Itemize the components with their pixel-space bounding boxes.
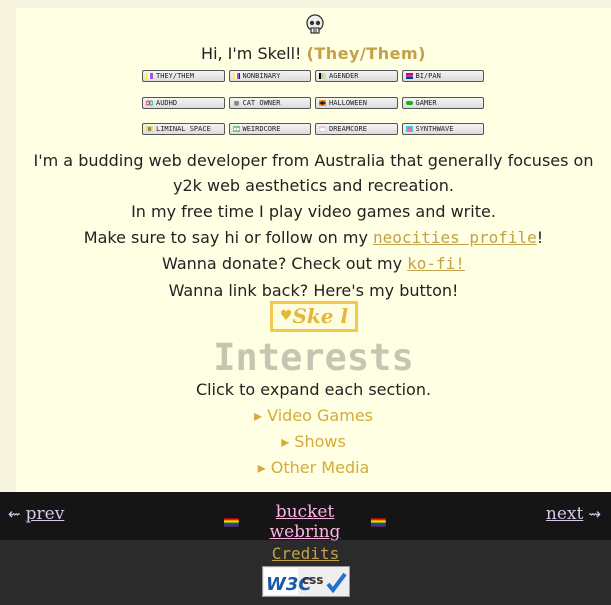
infinity-icon: [146, 100, 153, 106]
credits-link[interactable]: Credits: [0, 544, 611, 563]
skull-icon: [306, 14, 324, 34]
webring-prev-link[interactable]: prev: [26, 504, 65, 524]
nonbinary-flag-icon: [232, 73, 240, 79]
badge-row: THEY/THEM NONBINARY AGENDER BI/PAN: [142, 70, 484, 82]
webring-name-link[interactable]: bucket webring: [243, 502, 367, 542]
section-other-media[interactable]: ▸ Other Media: [16, 458, 611, 477]
badge-bi-pan: BI/PAN: [401, 70, 484, 82]
webring-title[interactable]: bucket webring: [224, 502, 386, 542]
greeting-line: Hi, I'm Skell! (They/Them): [16, 44, 611, 63]
rainbow-flag-icon: [224, 517, 239, 527]
section-video-games[interactable]: ▸ Video Games: [16, 406, 611, 425]
badge-agender: AGENDER: [315, 70, 398, 82]
gamepad-icon: [405, 101, 413, 105]
badge-row: LIMINAL SPACE WEIRDCORE DREAMCORE SYNTHW…: [142, 123, 484, 135]
greeting-text: Hi, I'm Skell!: [201, 44, 307, 63]
prev-arrow-icon: ⇜: [8, 505, 21, 523]
interests-hint: Click to expand each section.: [195, 380, 432, 399]
badge-nonbinary: NONBINARY: [228, 70, 311, 82]
badge-liminal-space: LIMINAL SPACE: [142, 123, 225, 135]
bi-pan-flag-icon: [405, 73, 413, 79]
kofi-link[interactable]: ko-fi!: [407, 254, 465, 273]
heart-icon: ♥: [279, 308, 293, 324]
interests-heading: Interests: [213, 336, 414, 379]
w3c-css-badge[interactable]: W3C css: [262, 566, 350, 597]
badge-cat-owner: CAT OWNER: [228, 97, 311, 109]
webring-bar: ⇜ prev bucket webring next ⇝: [0, 492, 611, 542]
synthwave-icon: [405, 126, 413, 132]
badge-they-them: THEY/THEM: [142, 70, 225, 82]
hallway-icon: [146, 126, 153, 132]
webring-prev[interactable]: ⇜ prev: [8, 504, 64, 524]
w3c-css-label: css: [302, 573, 323, 587]
bio-hobbies: In my free time I play video games and w…: [131, 202, 496, 221]
eyes-icon: [232, 126, 240, 132]
badge-weirdcore: WEIRDCORE: [228, 123, 311, 135]
badge-gamer: GAMER: [401, 97, 484, 109]
bio-donate: Wanna donate? Check out my ko-fi!: [162, 254, 465, 273]
content-panel: Hi, I'm Skell! (They/Them) THEY/THEM NON…: [16, 8, 611, 492]
pride-flag-icon: [146, 73, 153, 79]
cloud-icon: [319, 126, 326, 132]
badge-row: AUDHD CAT OWNER HALLOWEEN GAMER: [142, 97, 484, 109]
badge-synthwave: SYNTHWAVE: [401, 123, 484, 135]
next-arrow-icon: ⇝: [588, 505, 601, 523]
site-button-88x31[interactable]: ♥Ske l: [270, 301, 358, 332]
section-shows[interactable]: ▸ Shows: [16, 432, 611, 451]
webring-next[interactable]: next ⇝: [546, 504, 601, 524]
bat-icon: [319, 100, 326, 106]
pronouns: (They/Them): [306, 44, 426, 63]
rainbow-flag-icon: [371, 517, 386, 527]
cat-icon: [233, 101, 239, 106]
badge-halloween: HALLOWEEN: [315, 97, 398, 109]
webring-next-link[interactable]: next: [546, 504, 583, 524]
neocities-profile-link[interactable]: neocities profile: [373, 228, 537, 247]
badge-audhd: AUDHD: [142, 97, 225, 109]
badge-dreamcore: DREAMCORE: [315, 123, 398, 135]
main-card: Hi, I'm Skell! (They/Them) THEY/THEM NON…: [0, 0, 611, 492]
bio-linkback: Wanna link back? Here's my button!: [168, 281, 459, 300]
bio-follow: Make sure to say hi or follow on my neoc…: [83, 228, 544, 247]
agender-flag-icon: [319, 73, 326, 79]
bio-paragraph: I'm a budding web developer from Austral…: [33, 151, 594, 195]
